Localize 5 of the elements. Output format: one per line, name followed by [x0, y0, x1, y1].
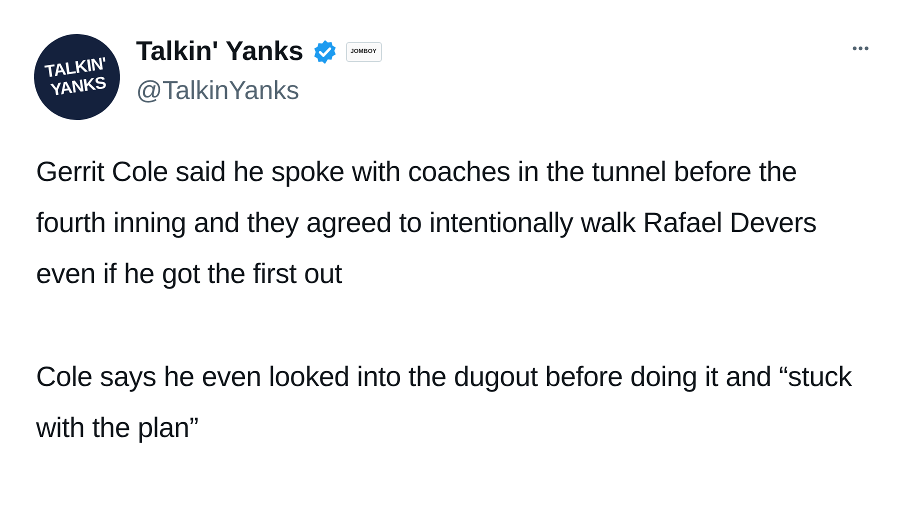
tweet-paragraph: Cole says he even looked into the dugout before doing it and “stuck with the plan”	[36, 360, 853, 445]
display-name[interactable]: Talkin' Yanks	[136, 36, 304, 67]
user-handle[interactable]: @TalkinYanks	[136, 75, 382, 106]
more-button[interactable]: •••	[848, 36, 874, 60]
tweet-paragraph: Gerrit Cole said he spoke with coaches in the tunnel before the fourth inning and they agreed to intentionally walk Rafael Devers even if he got the first out	[36, 155, 818, 291]
